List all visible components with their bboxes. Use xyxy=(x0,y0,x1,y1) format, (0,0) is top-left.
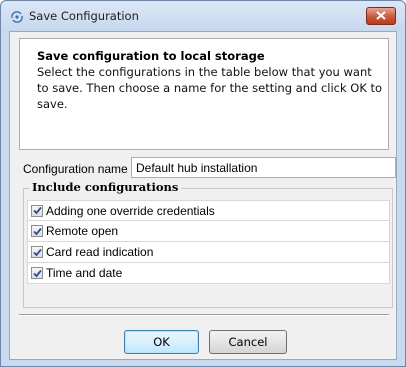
close-icon xyxy=(376,10,386,23)
checkmark-icon xyxy=(32,227,42,235)
cancel-button[interactable]: Cancel xyxy=(209,330,287,354)
close-button[interactable] xyxy=(366,7,396,25)
checkbox[interactable] xyxy=(31,267,43,279)
dialog-body: Save configuration to local storage Sele… xyxy=(9,31,397,360)
dialog-window: Save Configuration Save configuration to… xyxy=(0,0,406,367)
configuration-name-input[interactable] xyxy=(131,157,396,178)
title-bar[interactable]: Save Configuration xyxy=(1,1,405,31)
list-item-label: Card read indication xyxy=(46,245,154,259)
list-item-label: Adding one override credentials xyxy=(46,203,215,218)
list-item[interactable]: Adding one override credentials xyxy=(27,200,390,221)
include-configurations-legend: Include configurations xyxy=(29,180,182,194)
list-item[interactable]: Time and date xyxy=(27,263,390,284)
info-panel: Save configuration to local storage Sele… xyxy=(19,38,389,150)
list-item-label: Remote open xyxy=(46,224,119,238)
checkmark-icon xyxy=(32,206,42,215)
checkbox[interactable] xyxy=(31,225,43,237)
include-configurations-group: Include configurations Adding one overri… xyxy=(23,180,393,308)
info-description: Select the configurations in the table b… xyxy=(37,65,383,111)
network-sync-icon xyxy=(10,10,24,24)
list-item[interactable]: Card read indication xyxy=(27,242,390,263)
checkmark-icon xyxy=(32,269,42,277)
info-title: Save configuration to local storage xyxy=(37,49,265,63)
checkbox[interactable] xyxy=(31,204,43,217)
window-title: Save Configuration xyxy=(29,9,139,23)
separator xyxy=(19,314,389,316)
list-item-label: Time and date xyxy=(46,266,123,280)
checkmark-icon xyxy=(32,248,42,256)
configuration-list: Adding one override credentials Remote o… xyxy=(27,200,390,284)
configuration-name-label: Configuration name xyxy=(23,162,128,176)
list-item[interactable]: Remote open xyxy=(27,221,390,242)
checkbox[interactable] xyxy=(31,246,43,258)
ok-button[interactable]: OK xyxy=(124,330,199,354)
